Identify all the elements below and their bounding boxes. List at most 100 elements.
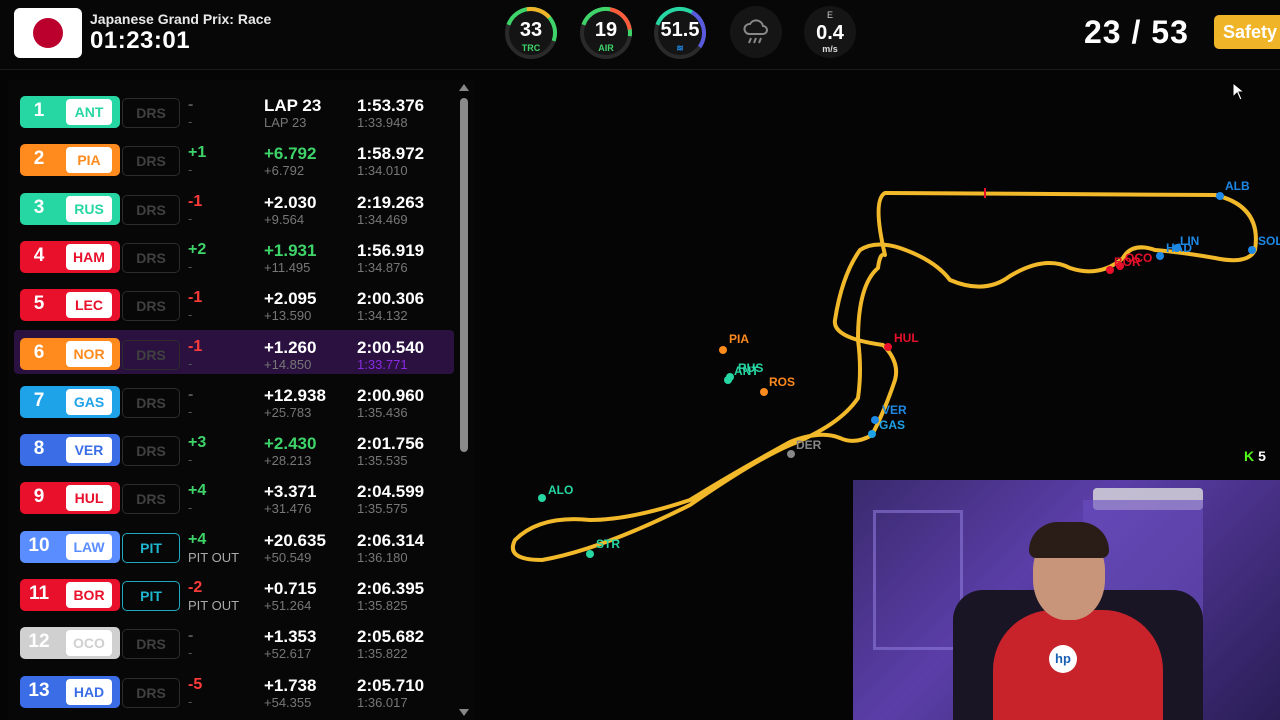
last-lap-time: 2:06.314 — [357, 530, 425, 550]
interval-gap: +3.371 — [264, 482, 317, 502]
position-number: 8 — [33, 438, 45, 460]
last-lap-time: 2:06.395 — [357, 579, 425, 598]
wind-direction: E — [826, 10, 833, 20]
position-change: +4 — [188, 482, 207, 500]
driver-marker — [868, 430, 876, 438]
driver-marker — [1216, 192, 1224, 200]
humidity-icon: ≋ — [676, 43, 684, 53]
drs-indicator: DRS — [122, 146, 180, 177]
driver-code: LEC — [66, 292, 112, 319]
driver-marker-label: DER — [796, 438, 822, 452]
driver-code: NOR — [66, 340, 112, 367]
drs-indicator: DRS — [122, 387, 180, 418]
position-badge: 9 HUL — [20, 482, 120, 515]
driver-marker-label: STR — [596, 537, 620, 551]
driver-code: VER — [66, 437, 112, 464]
scroll-thumb[interactable] — [460, 98, 468, 452]
position-badge: 6 NOR — [20, 337, 120, 370]
leaderboard-row[interactable]: 11 BOR PIT -2 PIT OUT +0.715 +51.264 2:06.395 1:… — [20, 571, 448, 615]
position-change: -1 — [188, 337, 203, 355]
leaderboard-row[interactable]: 9 HUL DRS +4- +3.371 +31.476 2:04.599 1:35.575 — [20, 474, 448, 518]
leaderboard-row[interactable]: 13 HAD DRS -5- +1.738 +54.355 2:05.710 1:36.017 — [20, 668, 448, 712]
leader-gap: +31.476 — [264, 501, 312, 517]
driver-marker — [787, 450, 795, 458]
leader-gap: +50.549 — [264, 549, 312, 565]
driver-marker-label: SOL — [1258, 234, 1280, 248]
position-badge: 13 HAD — [20, 675, 120, 708]
leaderboard-row[interactable]: 5 LEC DRS -1- +2.095 +13.590 2:00.306 1:34.132 — [20, 281, 448, 325]
track-temp-value: 33 — [519, 19, 543, 41]
viewer-count: 5 — [1258, 448, 1266, 464]
driver-marker-label: VER — [882, 403, 907, 417]
last-lap-time: 2:05.710 — [357, 675, 425, 695]
leader-gap: +51.264 — [264, 598, 312, 613]
driver-code: HUL — [66, 485, 112, 512]
driver-code: GAS — [66, 388, 112, 415]
driver-marker — [884, 343, 892, 351]
pit-status: - — [188, 114, 193, 129]
position-badge: 1 ANT — [20, 96, 120, 128]
best-lap-time: 1:36.017 — [357, 694, 408, 710]
position-number: 6 — [33, 341, 45, 363]
leaderboard-row[interactable]: 10 LAW PIT +4 PIT OUT +20.635 +50.549 2:06.314 1… — [20, 523, 448, 567]
pit-status: - — [188, 500, 193, 516]
position-number: 7 — [33, 389, 45, 411]
humidity-gauge: 51.5 ≋ — [653, 6, 707, 60]
safety-car-badge: Safety — [1214, 15, 1280, 49]
leader-gap: LAP 23 — [264, 115, 307, 130]
pit-status: - — [188, 403, 193, 419]
position-number: 11 — [28, 583, 50, 604]
driver-marker-label: GAS — [879, 418, 905, 432]
driver-marker-label: PIA — [729, 332, 749, 346]
leader-gap: +9.564 — [264, 211, 305, 227]
position-change: - — [188, 385, 194, 403]
position-change: - — [188, 627, 194, 645]
pit-status: - — [188, 645, 193, 661]
leader-gap: +11.495 — [264, 259, 311, 275]
leaderboard-row[interactable]: 8 VER DRS +3- +2.430 +28.213 2:01.756 1:35.535 — [20, 426, 448, 470]
leaderboard-row[interactable]: 6 NOR DRS -1- +1.260 +14.850 2:00.540 1:33.771 — [14, 329, 454, 374]
drs-indicator: DRS — [122, 291, 180, 322]
driver-marker-label: HAD — [1166, 241, 1192, 255]
best-lap-time: 1:36.180 — [357, 549, 408, 565]
driver-marker-label: RUS — [738, 361, 763, 375]
leader-gap: +13.590 — [264, 308, 312, 324]
interval-gap: +0.715 — [264, 579, 317, 598]
scroll-up-icon[interactable] — [459, 84, 469, 91]
scroll-down-icon[interactable] — [459, 709, 469, 716]
last-lap-time: 1:58.972 — [357, 144, 425, 164]
driver-code: BOR — [66, 582, 112, 608]
driver-marker-label: OCO — [1125, 251, 1152, 265]
leader-gap: +6.792 — [264, 163, 305, 179]
best-lap-time: 1:35.535 — [357, 453, 408, 469]
leaderboard-row[interactable]: 2 PIA DRS +1- +6.792 +6.792 1:58.972 1:34.010 — [20, 136, 448, 180]
driver-marker-label: HUL — [894, 331, 919, 345]
position-badge: 7 GAS — [20, 385, 120, 418]
interval-gap: +2.430 — [264, 434, 317, 454]
interval-gap: +12.938 — [264, 385, 326, 405]
leaderboard-scrollbar[interactable] — [459, 84, 469, 716]
position-badge: 10 LAW — [20, 530, 120, 563]
leaderboard-row[interactable]: 12 OCO DRS - - +1.353 +52.617 2:05.682 1:35.822 — [20, 619, 448, 663]
leaderboard-row[interactable]: 4 HAM DRS +2- +1.931 +11.495 1:56.919 1:34.876 — [20, 233, 448, 277]
leaderboard-row[interactable]: 1 ANT DRS - - LAP 23 LAP 23 1:53.376 1:33.948 — [20, 88, 448, 132]
pit-status: PIT OUT — [188, 549, 240, 565]
leader-gap: +25.783 — [264, 404, 312, 420]
air-temp-gauge: 19 AIR — [579, 6, 633, 60]
leaderboard-row[interactable]: 7 GAS DRS - - +12.938 +25.783 2:00.960 1:35.436 — [20, 378, 448, 422]
position-badge: 5 LEC — [20, 289, 120, 322]
last-lap-time: 2:00.540 — [357, 337, 425, 357]
driver-code: OCO — [66, 630, 112, 657]
kick-logo-icon: K — [1244, 448, 1255, 464]
driver-marker — [586, 550, 594, 558]
leaderboard-row[interactable]: 3 RUS DRS -1- +2.030 +9.564 2:19.263 1:34.469 — [20, 185, 448, 229]
driver-code: LAW — [66, 533, 112, 560]
position-badge: 8 VER — [20, 434, 120, 467]
position-number: 5 — [33, 293, 45, 315]
driver-marker — [726, 373, 734, 381]
last-lap-time: 2:00.306 — [357, 289, 425, 309]
driver-marker — [871, 416, 879, 424]
position-number: 1 — [33, 100, 45, 121]
driver-code: RUS — [66, 195, 112, 222]
driver-marker — [1248, 246, 1256, 254]
